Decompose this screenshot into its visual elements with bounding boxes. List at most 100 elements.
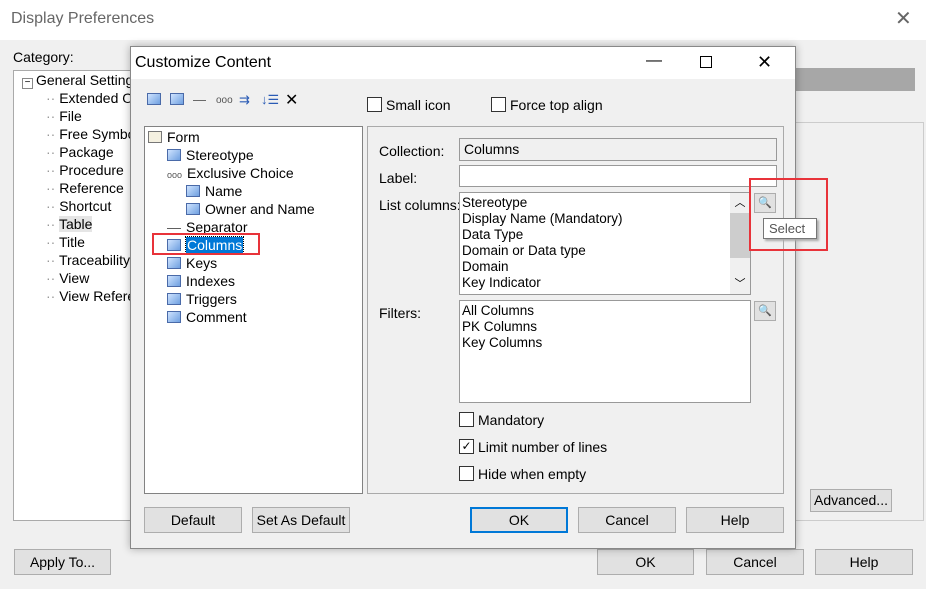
small-icon-checkbox[interactable] [367,97,382,112]
collection-icon [167,293,181,305]
collection-icon [167,311,181,323]
collection-icon [167,149,181,161]
add-collection-icon[interactable] [170,92,189,107]
tree-connector: ·· [46,252,56,268]
move-icon[interactable]: ↓☰ [261,92,279,108]
exclusive-choice-icon[interactable]: ooo [216,95,233,106]
list-column-item[interactable]: Domain [462,259,509,274]
exclusive-choice-icon: ooo [167,170,183,180]
collection-icon [186,185,200,197]
category-item[interactable]: ·· Reference [46,180,136,196]
outer-close-button[interactable]: ✕ [895,6,912,31]
outer-cancel-button[interactable]: Cancel [706,549,804,575]
list-column-item[interactable]: Key Indicator [462,275,541,290]
tree-root[interactable]: − General Setting [22,72,133,89]
tree-connector: ·· [46,144,56,160]
force-top-align-label: Force top align [510,97,603,113]
dialog-ok-button[interactable]: OK [470,507,568,533]
select-filters-button[interactable]: 🔍 [754,301,776,321]
dialog-close-button[interactable]: ✕ [757,52,772,73]
collapse-icon[interactable]: − [22,78,33,89]
category-item[interactable]: ·· Shortcut [46,198,136,214]
indent-icon[interactable]: ⇉ [239,92,250,108]
content-tree-item[interactable]: Indexes [167,273,235,289]
collection-label: Collection: [379,143,445,159]
content-tree-item[interactable]: Form [148,129,200,145]
filters-label: Filters: [379,305,421,321]
category-item[interactable]: ·· File [46,108,136,124]
category-item[interactable]: ·· Title [46,234,136,250]
mandatory-label: Mandatory [478,412,545,428]
hide-empty-checkbox[interactable] [459,466,474,481]
dialog-title: Customize Content [135,54,272,71]
category-item[interactable]: ·· View [46,270,136,286]
category-item[interactable]: ·· Package [46,144,136,160]
collection-icon [167,257,181,269]
tree-connector: ·· [46,234,56,250]
scroll-down-icon[interactable]: ﹀ [730,258,750,294]
outer-help-button[interactable]: Help [815,549,913,575]
right-header-bar [795,68,915,91]
category-item[interactable]: ·· View Refere [46,288,136,304]
force-top-align-checkbox[interactable] [491,97,506,112]
scroll-thumb[interactable] [730,213,750,258]
columns-highlight-box [152,233,260,255]
content-tree-item[interactable]: ooo Exclusive Choice [167,165,294,181]
collection-field: Columns [459,138,777,161]
outer-ok-button[interactable]: OK [597,549,694,575]
apply-to-button[interactable]: Apply To... [14,549,111,575]
list-column-item[interactable]: Domain or Data type [462,243,586,258]
content-tree-item[interactable]: Comment [167,309,247,325]
tree-connector: ·· [46,216,56,232]
add-attribute-icon[interactable] [147,92,166,107]
content-tree-item[interactable]: Owner and Name [186,201,315,217]
category-item[interactable]: ·· Extended Ob [46,90,136,106]
filter-item[interactable]: PK Columns [462,319,537,334]
tree-connector: ·· [46,270,56,286]
list-columns-label: List columns: [379,197,461,213]
default-button[interactable]: Default [144,507,242,533]
form-icon [148,131,162,143]
dialog-help-button[interactable]: Help [686,507,784,533]
set-as-default-button[interactable]: Set As Default [252,507,350,533]
label-input[interactable] [459,165,777,187]
list-column-item[interactable]: Data Type [462,227,523,242]
tree-connector: ·· [46,126,56,142]
outer-title: Display Preferences [11,10,155,27]
delete-icon[interactable]: ✕ [285,90,298,110]
list-columns-scrollbar[interactable]: ︿ ﹀ [730,193,750,294]
category-label: Category: [13,49,74,65]
select-highlight-box [749,178,828,251]
collection-icon [167,275,181,287]
tree-connector: ·· [46,180,56,196]
tree-connector: ·· [46,198,56,214]
advanced-button[interactable]: Advanced... [810,489,892,512]
tree-connector: ·· [46,162,56,178]
filter-item[interactable]: Key Columns [462,335,542,350]
category-item[interactable]: ·· Table [46,216,136,232]
maximize-button[interactable] [700,56,712,68]
mandatory-checkbox[interactable] [459,412,474,427]
tree-connector: ·· [46,90,56,106]
content-tree-item[interactable]: Triggers [167,291,237,307]
filter-item[interactable]: All Columns [462,303,534,318]
limit-lines-label: Limit number of lines [478,439,608,455]
category-item[interactable]: ·· Traceability [46,252,136,268]
list-column-item[interactable]: Stereotype [462,195,527,210]
limit-lines-checkbox[interactable]: ✓ [459,439,474,454]
hide-empty-label: Hide when empty [478,466,587,482]
category-item[interactable]: ·· Procedure [46,162,136,178]
list-column-item[interactable]: Display Name (Mandatory) [462,211,623,226]
category-item[interactable]: ·· Free Symbo [46,126,136,142]
tree-connector: ·· [46,108,56,124]
label-label: Label: [379,170,418,186]
minimize-button[interactable]: — [646,52,662,70]
collection-icon [186,203,200,215]
content-tree-item[interactable]: Stereotype [167,147,254,163]
scroll-up-icon[interactable]: ︿ [730,193,750,213]
separator-icon[interactable]: — [193,92,206,107]
content-tree-item[interactable]: Keys [167,255,217,271]
content-tree-item[interactable]: Name [186,183,242,199]
small-icon-label: Small icon [386,97,451,113]
dialog-cancel-button[interactable]: Cancel [578,507,676,533]
